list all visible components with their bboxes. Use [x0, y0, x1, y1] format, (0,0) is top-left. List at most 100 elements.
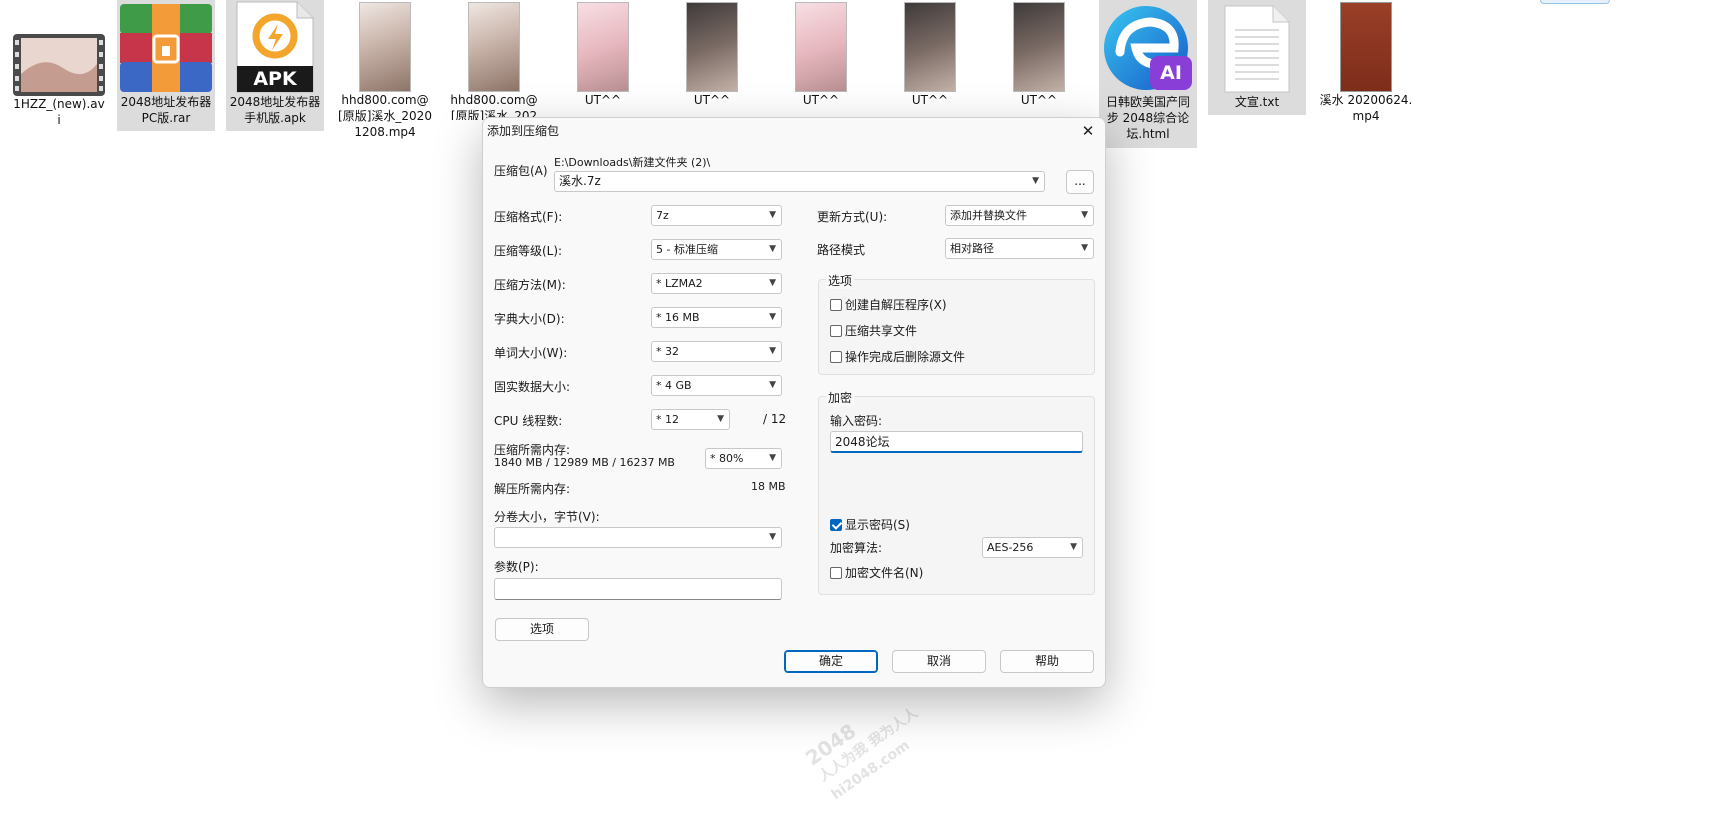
- cpu-label: CPU 线程数:: [494, 414, 563, 428]
- enc-method-select[interactable]: AES-256 ▼: [982, 537, 1083, 558]
- dialog-titlebar[interactable]: 添加到压缩包 ✕: [483, 118, 1105, 144]
- chevron-down-icon: ▼: [769, 278, 776, 288]
- chevron-down-icon: ▼: [769, 532, 776, 542]
- chevron-down-icon: ▼: [1032, 176, 1039, 186]
- volume-select[interactable]: ▼: [494, 527, 782, 548]
- update-select[interactable]: 添加并替换文件 ▼: [945, 205, 1094, 226]
- browse-button[interactable]: ...: [1066, 170, 1094, 194]
- file-item[interactable]: UT^^: [663, 0, 761, 112]
- checkbox-icon: [830, 567, 842, 579]
- archive-name-value: 溪水.7z: [559, 174, 601, 188]
- file-name: UT^^: [584, 93, 622, 107]
- file-item-selected[interactable]: APK 2048地址发布器手机版.apk: [226, 0, 324, 131]
- cancel-button[interactable]: 取消: [892, 650, 986, 673]
- dict-value: * 16 MB: [656, 311, 700, 324]
- enc-method-value: AES-256: [987, 541, 1034, 554]
- window-edge: [1540, 0, 1610, 4]
- close-icon[interactable]: ✕: [1077, 120, 1099, 142]
- chevron-down-icon: ▼: [769, 453, 776, 463]
- file-item-selected[interactable]: 2048地址发布器PC版.rar: [117, 0, 215, 131]
- format-label: 压缩格式(F):: [494, 210, 563, 224]
- cpu-select[interactable]: * 12 ▼: [651, 409, 730, 430]
- file-name: 2048地址发布器PC版.rar: [120, 95, 212, 125]
- video-thumbnail-icon: [1013, 2, 1065, 92]
- password-input[interactable]: 2048论坛: [830, 431, 1083, 453]
- chevron-down-icon: ▼: [769, 244, 776, 254]
- archive-label: 压缩包(A): [494, 164, 548, 178]
- encrypt-names-checkbox[interactable]: 加密文件名(N): [830, 564, 923, 581]
- password-label: 输入密码:: [830, 414, 883, 428]
- volume-label: 分卷大小，字节(V):: [494, 510, 600, 524]
- dialog-title: 添加到压缩包: [487, 124, 560, 138]
- sfx-checkbox-label: 创建自解压程序(X): [845, 298, 947, 312]
- checkbox-checked-icon: [830, 519, 842, 531]
- video-film-icon: [13, 34, 105, 96]
- file-name: 日韩欧美国产同步 2048综合论坛.html: [1105, 95, 1190, 141]
- rar-archive-icon: [118, 2, 214, 94]
- solid-value: * 4 GB: [656, 379, 692, 392]
- apk-file-icon: APK: [235, 0, 315, 94]
- delete-source-checkbox[interactable]: 操作完成后删除源文件: [830, 348, 965, 365]
- checkbox-icon: [830, 325, 842, 337]
- dict-label: 字典大小(D):: [494, 312, 565, 326]
- pathmode-select[interactable]: 相对路径 ▼: [945, 238, 1094, 259]
- file-item[interactable]: UT^^: [881, 0, 979, 112]
- checkbox-icon: [830, 351, 842, 363]
- help-button[interactable]: 帮助: [1000, 650, 1094, 673]
- word-label: 单词大小(W):: [494, 346, 568, 360]
- mem-percent-value: * 80%: [710, 452, 744, 465]
- shared-checkbox-label: 压缩共享文件: [845, 324, 918, 338]
- encryption-group: 加密 输入密码: 2048论坛 显示密码(S) 加密算法: AES-256 ▼ 加…: [818, 389, 1095, 595]
- file-name: UT^^: [802, 93, 840, 107]
- encryption-group-title: 加密: [826, 389, 855, 406]
- archive-path: E:\Downloads\新建文件夹 (2)\: [554, 156, 711, 169]
- format-select[interactable]: 7z ▼: [651, 205, 782, 226]
- archive-name-combo[interactable]: 溪水.7z ▼: [554, 171, 1045, 192]
- options-group-title: 选项: [826, 272, 855, 289]
- sfx-checkbox[interactable]: 创建自解压程序(X): [830, 296, 947, 313]
- chevron-down-icon: ▼: [769, 210, 776, 220]
- options-button[interactable]: 选项: [495, 618, 589, 641]
- chevron-down-icon: ▼: [1081, 210, 1088, 220]
- level-label: 压缩等级(L):: [494, 244, 563, 258]
- encrypt-names-label: 加密文件名(N): [845, 566, 924, 580]
- video-thumbnail-icon: [795, 2, 847, 92]
- chevron-down-icon: ▼: [1070, 542, 1077, 552]
- file-name: hhd800.com@[原版]溪水_20201208.mp4: [338, 93, 432, 139]
- file-item[interactable]: UT^^: [990, 0, 1088, 112]
- file-name: 1HZZ_(new).avi: [13, 97, 105, 127]
- shared-checkbox[interactable]: 压缩共享文件: [830, 322, 917, 339]
- word-value: * 32: [656, 345, 679, 358]
- update-label: 更新方式(U):: [817, 210, 888, 224]
- dict-select[interactable]: * 16 MB ▼: [651, 307, 782, 328]
- mem-percent-select[interactable]: * 80% ▼: [705, 448, 782, 469]
- solid-select[interactable]: * 4 GB ▼: [651, 375, 782, 396]
- file-item-selected[interactable]: AI 日韩欧美国产同步 2048综合论坛.html: [1099, 0, 1197, 148]
- chevron-down-icon: ▼: [769, 312, 776, 322]
- file-name: 2048地址发布器手机版.apk: [229, 95, 321, 125]
- level-select[interactable]: 5 - 标准压缩 ▼: [651, 239, 782, 260]
- file-item[interactable]: hhd800.com@[原版]溪水_202: [445, 0, 543, 120]
- ok-button[interactable]: 确定: [784, 650, 878, 673]
- params-label: 参数(P):: [494, 560, 539, 574]
- params-input[interactable]: [494, 578, 782, 600]
- method-select[interactable]: * LZMA2 ▼: [651, 273, 782, 294]
- file-item[interactable]: hhd800.com@[原版]溪水_20201208.mp4: [336, 0, 434, 144]
- update-value: 添加并替换文件: [950, 209, 1027, 222]
- cpu-value: * 12: [656, 413, 679, 426]
- chevron-down-icon: ▼: [1081, 243, 1088, 253]
- mem-value: 1840 MB / 12989 MB / 16237 MB: [494, 456, 675, 469]
- enc-method-label: 加密算法:: [830, 541, 883, 555]
- video-thumbnail-icon: [1340, 2, 1392, 92]
- desktop: 1HZZ_(new).avi 2048地址发布器PC版.rar APK 2048…: [0, 0, 1728, 819]
- file-item[interactable]: 溪水 20200624.mp4: [1317, 0, 1415, 128]
- file-item[interactable]: 1HZZ_(new).avi: [10, 0, 108, 132]
- file-item-selected[interactable]: 文宣.txt: [1208, 0, 1306, 115]
- file-item[interactable]: UT^^: [554, 0, 652, 112]
- word-select[interactable]: * 32 ▼: [651, 341, 782, 362]
- method-label: 压缩方法(M):: [494, 278, 566, 292]
- show-password-checkbox[interactable]: 显示密码(S): [830, 516, 910, 533]
- solid-label: 固实数据大小:: [494, 380, 571, 394]
- format-value: 7z: [656, 209, 669, 222]
- file-item[interactable]: UT^^: [772, 0, 870, 112]
